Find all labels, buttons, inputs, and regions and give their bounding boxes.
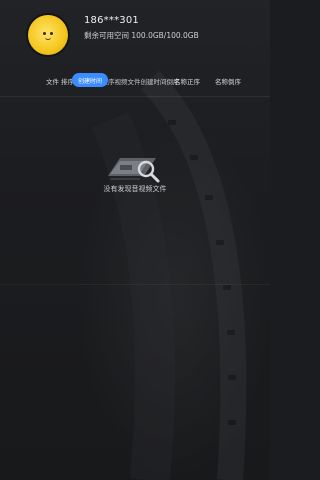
account-header: 186***301 剩余可用空间 100.0GB/100.0GB <box>0 0 270 70</box>
username: 186***301 <box>84 15 139 26</box>
divider <box>0 284 270 285</box>
divider <box>0 96 270 97</box>
file-label: 文件 <box>46 78 59 86</box>
sort-name-asc[interactable]: 名称正序 <box>174 76 200 86</box>
avatar[interactable] <box>28 15 68 55</box>
film-reel-decoration <box>91 70 247 480</box>
sort-name-desc[interactable]: 名称倒序 <box>215 76 241 86</box>
sort-bar: 文件 排序 间正序视频文件创建时间倒序 创建时间 名称正序 名称倒序 <box>0 72 270 90</box>
storage-info: 剩余可用空间 100.0GB/100.0GB <box>84 31 199 40</box>
search-video-icon <box>108 158 160 183</box>
sort-active-pill[interactable]: 创建时间 <box>72 73 108 87</box>
empty-message: 没有发现音视频文件 <box>103 185 167 193</box>
